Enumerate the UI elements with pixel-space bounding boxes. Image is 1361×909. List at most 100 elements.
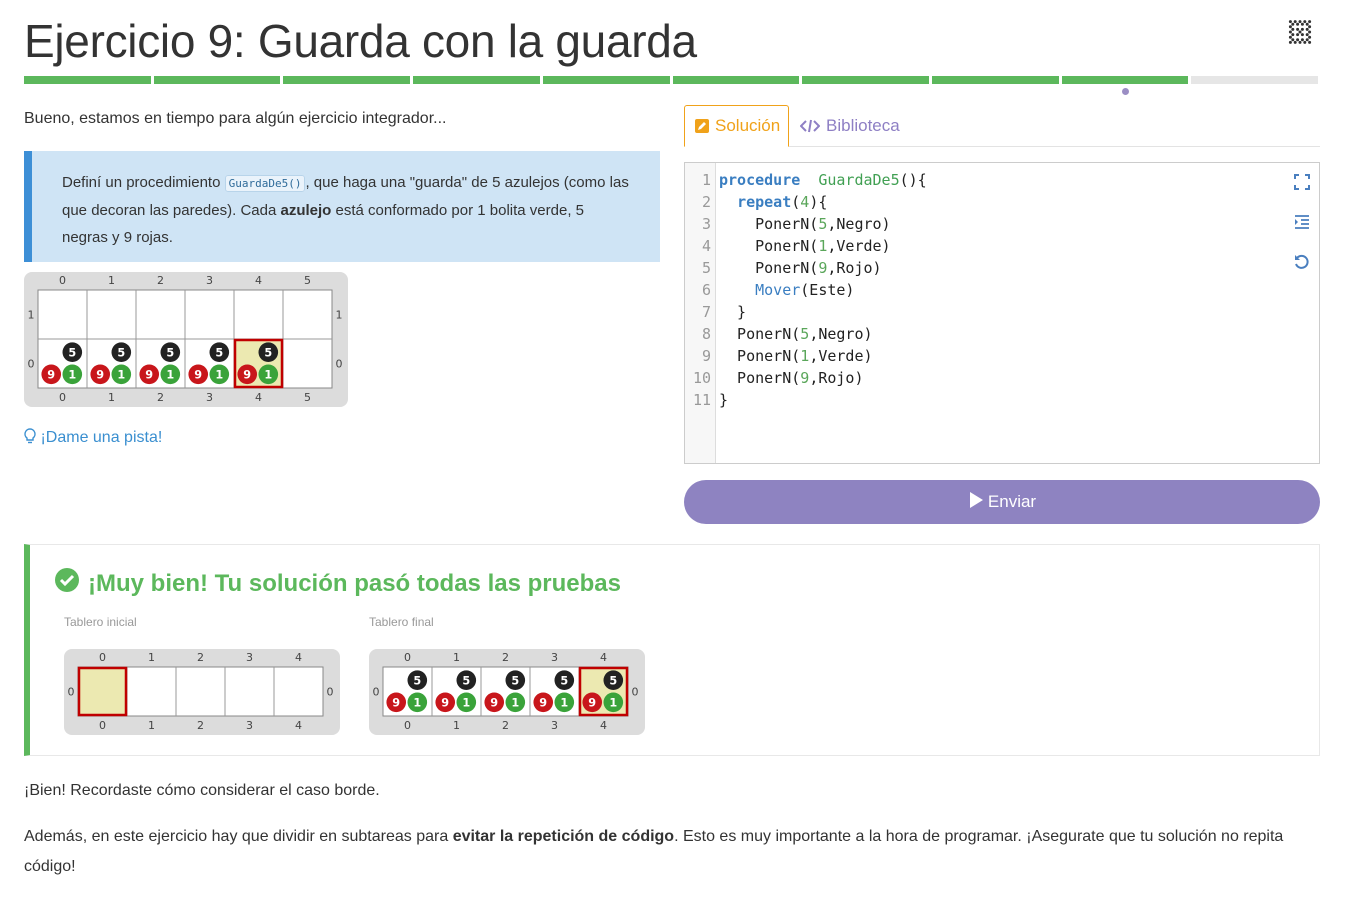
code-line[interactable]: Mover(Este) <box>719 279 854 301</box>
final-board-label: Tablero final <box>369 615 434 629</box>
column-label: 0 <box>99 719 106 732</box>
svg-text:5: 5 <box>511 674 519 687</box>
code-editor[interactable]: 1 procedure GuardaDe5(){ 2 repeat(4){ 3 Pon… <box>684 162 1320 464</box>
progress-segment-1[interactable] <box>153 76 281 84</box>
code-icon <box>800 119 820 133</box>
line-number: 4 <box>701 237 711 255</box>
column-label: 2 <box>197 719 204 732</box>
feedback-text-a: Además, en este ejercicio hay que dividi… <box>24 828 453 845</box>
code-line[interactable]: } <box>719 301 746 323</box>
callout-bold: azulejo <box>280 202 332 219</box>
lightbulb-icon <box>24 428 36 446</box>
progress-segment-2[interactable] <box>283 76 411 84</box>
progress-segment-3[interactable] <box>413 76 540 84</box>
svg-text:5: 5 <box>215 346 223 359</box>
progress-segment-7[interactable] <box>931 76 1059 84</box>
tab-solution-label: Solución <box>715 116 781 135</box>
green-ball: 1 <box>62 364 83 385</box>
code-line[interactable]: PonerN(5,Negro) <box>719 213 890 235</box>
editor-tabs: Solución Biblioteca <box>684 105 1320 147</box>
play-icon <box>968 491 988 514</box>
svg-text:9: 9 <box>47 368 55 381</box>
line-number: 7 <box>701 303 711 321</box>
column-label: 2 <box>157 274 164 287</box>
column-label: 0 <box>99 651 106 664</box>
column-label: 1 <box>108 274 115 287</box>
result-panel: ¡Muy bien! Tu solución pasó todas las pr… <box>24 544 1320 756</box>
progress-segment-0[interactable] <box>24 76 151 84</box>
line-number: 10 <box>692 369 711 387</box>
column-label: 4 <box>295 719 302 732</box>
column-label: 2 <box>157 391 164 404</box>
column-label: 3 <box>246 719 253 732</box>
exercise-progress-bar <box>24 76 1319 84</box>
column-label: 3 <box>206 274 213 287</box>
reset-icon[interactable] <box>1293 253 1315 293</box>
column-label: 4 <box>600 651 607 664</box>
svg-text:1: 1 <box>462 696 470 709</box>
initial-board-label: Tablero inicial <box>64 615 137 629</box>
svg-text:5: 5 <box>413 674 421 687</box>
row-label: 0 <box>68 686 75 699</box>
tab-solution[interactable]: Solución <box>684 105 789 147</box>
line-number: 1 <box>701 171 711 189</box>
red-ball: 9 <box>90 364 111 385</box>
green-ball: 1 <box>505 692 526 713</box>
column-label: 1 <box>148 651 155 664</box>
column-label: 0 <box>59 274 66 287</box>
column-label: 2 <box>502 651 509 664</box>
indent-icon[interactable] <box>1293 213 1315 253</box>
red-ball: 9 <box>435 692 456 713</box>
column-label: 4 <box>255 274 262 287</box>
code-line[interactable]: PonerN(5,Negro) <box>719 323 872 345</box>
line-number: 8 <box>701 325 711 343</box>
code-line[interactable]: PonerN(9,Rojo) <box>719 257 881 279</box>
hint-link[interactable]: ¡Dame una pista! <box>24 428 162 447</box>
green-ball: 1 <box>258 364 279 385</box>
send-button[interactable]: Enviar <box>684 480 1320 524</box>
progress-segment-8[interactable] <box>1061 76 1189 84</box>
progress-segment-4[interactable] <box>542 76 670 84</box>
column-label: 0 <box>59 391 66 404</box>
code-line[interactable]: procedure GuardaDe5(){ <box>719 169 927 191</box>
svg-text:9: 9 <box>194 368 202 381</box>
svg-text:9: 9 <box>490 696 498 709</box>
green-ball: 1 <box>209 364 230 385</box>
column-label: 1 <box>453 719 460 732</box>
code-line[interactable]: PonerN(1,Verde) <box>719 235 890 257</box>
red-ball: 9 <box>386 692 407 713</box>
svg-text:5: 5 <box>462 674 470 687</box>
progress-segment-6[interactable] <box>802 76 929 84</box>
black-ball: 5 <box>62 342 83 363</box>
progress-segment-9[interactable] <box>1191 76 1319 84</box>
code-line[interactable]: } <box>719 389 728 411</box>
code-line[interactable]: PonerN(9,Rojo) <box>719 367 863 389</box>
fullscreen-icon[interactable] <box>1293 173 1315 213</box>
tab-library[interactable]: Biblioteca <box>790 105 910 147</box>
final-board: 001122334400591591591591591 <box>369 649 645 735</box>
green-ball: 1 <box>554 692 575 713</box>
svg-text:5: 5 <box>560 674 568 687</box>
red-ball: 9 <box>582 692 603 713</box>
line-number: 6 <box>701 281 711 299</box>
svg-text:5: 5 <box>166 346 174 359</box>
green-ball: 1 <box>407 692 428 713</box>
svg-text:1: 1 <box>166 368 174 381</box>
current-exercise-marker <box>1122 88 1129 95</box>
callout-text-1: Definí un procedimiento <box>62 174 225 191</box>
progress-segment-5[interactable] <box>672 76 800 84</box>
column-label: 2 <box>197 651 204 664</box>
line-number: 3 <box>701 215 711 233</box>
code-line[interactable]: PonerN(1,Verde) <box>719 345 872 367</box>
code-line[interactable]: repeat(4){ <box>719 191 827 213</box>
line-number: 2 <box>701 193 711 211</box>
black-ball: 5 <box>456 670 477 691</box>
black-ball: 5 <box>505 670 526 691</box>
board-head <box>77 666 128 717</box>
svg-text:1: 1 <box>511 696 519 709</box>
feedback-bold: evitar la repetición de código <box>452 828 675 845</box>
svg-text:9: 9 <box>441 696 449 709</box>
svg-text:9: 9 <box>588 696 596 709</box>
red-ball: 9 <box>41 364 62 385</box>
row-label: 1 <box>28 309 35 322</box>
